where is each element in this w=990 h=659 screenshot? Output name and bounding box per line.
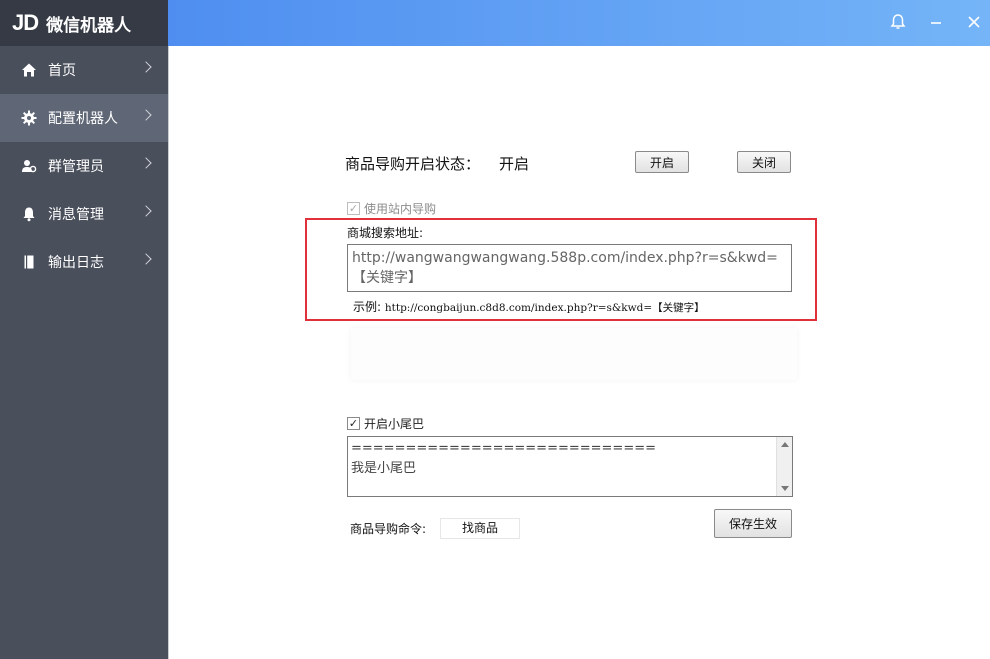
enable-tail-label: 开启小尾巴: [364, 417, 425, 431]
vertical-scrollbar[interactable]: [776, 437, 792, 496]
brand-header: JD 微信机器人: [0, 0, 168, 46]
notification-bell-icon[interactable]: [886, 10, 910, 34]
chevron-right-icon: [140, 61, 152, 73]
sidebar-item-label: 输出日志: [48, 255, 104, 271]
checkbox-checked-icon: ✓: [347, 202, 360, 215]
home-icon: [20, 61, 38, 79]
sidebar-item-home[interactable]: 首页: [0, 46, 168, 94]
open-button[interactable]: 开启: [635, 151, 689, 173]
example-hint: 示例: http://congbaijun.c8d8.com/index.php…: [353, 298, 705, 315]
sidebar-item-label: 配置机器人: [48, 111, 118, 127]
app-title: 微信机器人: [46, 15, 132, 36]
mall-url-label: 商城搜索地址:: [347, 226, 424, 240]
sidebar: JD 微信机器人 首页 配置机器人 群管理员 消息管理 输出日志: [0, 0, 168, 659]
chevron-right-icon: [140, 157, 152, 169]
tail-text-content: ============================ 我是小尾巴: [351, 439, 774, 479]
close-button[interactable]: 关闭: [737, 151, 791, 173]
chevron-right-icon: [140, 109, 152, 121]
app-logo: JD: [12, 10, 39, 35]
config-panel: 商品导购开启状态： 开启 开启 关闭 ✓ 使用站内导购 商城搜索地址: http…: [168, 46, 990, 659]
sidebar-item-label: 首页: [48, 63, 76, 79]
bell-icon: [20, 205, 38, 223]
sidebar-item-group-admins[interactable]: 群管理员: [0, 142, 168, 190]
close-icon[interactable]: [962, 10, 986, 34]
example-url: http://congbaijun.c8d8.com/index.php?r=s…: [384, 302, 705, 314]
sidebar-item-output-log[interactable]: 输出日志: [0, 238, 168, 286]
use-internal-guide-label: 使用站内导购: [364, 202, 437, 216]
tail-text-line: 我是小尾巴: [351, 461, 417, 476]
example-label: 示例:: [353, 300, 382, 314]
tail-text-area[interactable]: ============================ 我是小尾巴: [347, 436, 793, 497]
chevron-right-icon: [140, 205, 152, 217]
scroll-down-arrow-icon[interactable]: [781, 486, 789, 491]
faded-area: [351, 328, 797, 380]
sidebar-item-label: 群管理员: [48, 159, 104, 175]
save-apply-button[interactable]: 保存生效: [714, 509, 792, 538]
tail-text-line: ============================: [351, 441, 656, 456]
users-icon: [20, 157, 38, 175]
title-bar: [168, 0, 990, 46]
guide-command-label: 商品导购命令:: [350, 522, 427, 536]
sidebar-item-config-robot[interactable]: 配置机器人: [0, 94, 168, 142]
minimize-icon[interactable]: [924, 10, 948, 34]
notebook-icon: [20, 253, 38, 271]
scroll-up-arrow-icon[interactable]: [781, 442, 789, 447]
sidebar-item-messages[interactable]: 消息管理: [0, 190, 168, 238]
guide-status-label: 商品导购开启状态：: [345, 155, 481, 173]
chevron-right-icon: [140, 253, 152, 265]
guide-status-value: 开启: [499, 155, 530, 173]
enable-tail-checkbox[interactable]: ✓ 开启小尾巴: [347, 415, 424, 432]
guide-command-input[interactable]: 找商品: [440, 518, 520, 539]
sidebar-item-label: 消息管理: [48, 207, 104, 223]
gear-icon: [20, 109, 38, 127]
mall-url-input[interactable]: http://wangwangwangwang.588p.com/index.p…: [347, 244, 792, 292]
checkbox-checked-icon: ✓: [347, 417, 360, 430]
use-internal-guide-checkbox[interactable]: ✓ 使用站内导购: [347, 200, 436, 217]
